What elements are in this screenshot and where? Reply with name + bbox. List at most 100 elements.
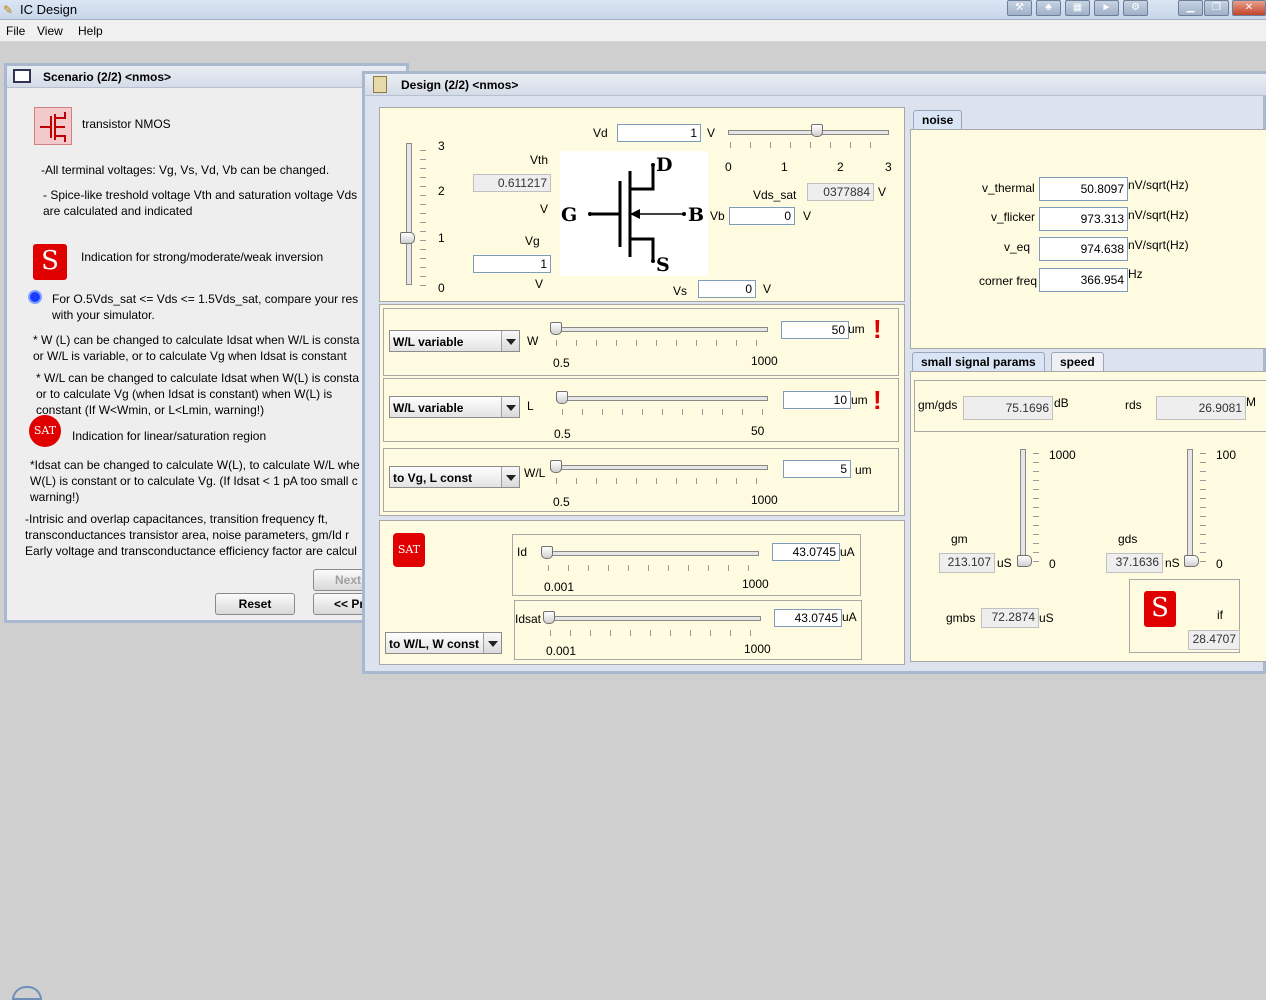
vd-slider[interactable] <box>728 130 889 135</box>
scenario-line: warning!) <box>30 490 80 504</box>
l-min-label: 0.5 <box>554 427 571 441</box>
settings-icon[interactable]: ⚙ <box>1123 0 1148 16</box>
id-field[interactable]: 43.0745 <box>772 543 840 561</box>
l-slider-thumb[interactable] <box>556 391 568 404</box>
minimize-button[interactable]: ▁ <box>1178 0 1203 16</box>
l-slider[interactable] <box>556 396 768 401</box>
gm-gds-row: gm/gds 75.1696 dB rds 26.9081 M <box>914 380 1266 432</box>
scenario-line: or W/L is variable, or to calculate Vg w… <box>33 349 347 363</box>
w-slider-thumb[interactable] <box>550 322 562 335</box>
id-slider-thumb[interactable] <box>541 546 553 559</box>
gm-gds-label: gm/gds <box>918 398 958 412</box>
grid-icon[interactable]: ▦ <box>1065 0 1090 16</box>
idsat-max-label: 1000 <box>744 642 771 656</box>
vd-slider-thumb[interactable] <box>810 124 823 137</box>
close-button[interactable]: ✕ <box>1232 0 1266 16</box>
menu-help[interactable]: Help <box>78 24 103 38</box>
l-max-label: 50 <box>751 424 765 438</box>
vg-unit: V <box>535 277 544 291</box>
taskbar-edge-icon <box>12 986 42 1000</box>
gm-max-label: 1000 <box>1049 448 1076 462</box>
idsat-row: Idsat 0.001 1000 43.0745 uA <box>514 600 862 660</box>
reset-button[interactable]: Reset <box>215 593 295 615</box>
l-mode-select[interactable]: W/L variable <box>389 396 520 418</box>
vg-field[interactable]: 1 <box>473 255 551 273</box>
tab-noise[interactable]: noise <box>913 110 963 130</box>
vg-tick-label: 0 <box>438 281 445 295</box>
transistor-label: transistor NMOS <box>82 117 171 131</box>
rds-label: rds <box>1125 398 1142 412</box>
warning-icon: ! <box>873 385 882 415</box>
scenario-line: with your simulator. <box>52 308 155 322</box>
noise-value[interactable]: 366.954 <box>1039 268 1128 292</box>
vds-sat-label: Vds_sat <box>753 188 797 202</box>
vg-slider-thumb[interactable] <box>400 232 415 245</box>
wl-mode-select[interactable]: to Vg, L const <box>389 466 520 488</box>
gate-label: G <box>561 204 578 226</box>
id-slider-ticks <box>548 565 758 571</box>
l-field[interactable]: 10 <box>783 391 851 409</box>
w-mode-select[interactable]: W/L variable <box>389 330 520 352</box>
vs-unit: V <box>763 282 772 296</box>
idsat-slider-ticks <box>550 630 760 636</box>
vd-tick-label: 0 <box>725 160 732 174</box>
ac-icon[interactable]: ♣ <box>1036 0 1061 16</box>
gds-slider-thumb[interactable] <box>1184 555 1199 567</box>
tool-icon[interactable]: ⚒ <box>1007 0 1032 16</box>
noise-value[interactable]: 50.8097 <box>1039 177 1128 201</box>
noise-label: corner freq <box>979 274 1038 288</box>
design-header[interactable]: Design (2/2) <nmos> <box>365 74 1266 96</box>
gm-label: gm <box>951 532 968 546</box>
vg-tick-label: 3 <box>438 139 445 153</box>
vd-tick-label: 2 <box>837 160 844 174</box>
scenario-title: Scenario (2/2) <nmos> <box>43 70 172 84</box>
sat-icon: SAT <box>29 415 61 447</box>
id-slider[interactable] <box>543 551 759 556</box>
vb-field[interactable]: 0 <box>729 207 795 225</box>
gds-unit: nS <box>1165 556 1180 570</box>
w-slider[interactable] <box>550 327 768 332</box>
vd-field[interactable]: 1 <box>617 124 701 142</box>
vs-field[interactable]: 0 <box>698 280 756 298</box>
play-icon[interactable]: ► <box>1094 0 1119 16</box>
gds-slider[interactable] <box>1187 449 1193 563</box>
w-row: W/L variable W 0.5 1000 50 um ! <box>383 308 899 376</box>
l-row: W/L variable L 0.5 50 10 um ! <box>383 378 899 442</box>
noise-value[interactable]: 973.313 <box>1039 207 1128 231</box>
scenario-line: * W/L can be changed to calculate Idsat … <box>36 371 360 385</box>
idsat-slider-thumb[interactable] <box>543 611 555 624</box>
tab-speed[interactable]: speed <box>1051 352 1104 372</box>
bottom-mode-select[interactable]: to W/L, W const <box>385 632 502 654</box>
gds-label: gds <box>1118 532 1138 546</box>
vs-label: Vs <box>673 284 688 298</box>
vg-slider[interactable] <box>406 143 412 285</box>
id-label: Id <box>517 545 528 559</box>
maximize-button[interactable]: ❐ <box>1204 0 1229 16</box>
gm-field: 213.107 <box>939 553 995 573</box>
gm-slider-thumb[interactable] <box>1017 555 1032 567</box>
idsat-field[interactable]: 43.0745 <box>774 609 842 627</box>
gm-slider[interactable] <box>1020 449 1026 563</box>
idsat-slider[interactable] <box>545 616 761 621</box>
noise-value[interactable]: 974.638 <box>1039 237 1128 261</box>
tab-small-signal-params[interactable]: small signal params <box>912 352 1045 372</box>
vds-sat-unit: V <box>878 185 887 199</box>
noise-panel: v_thermal 50.8097 nV/sqrt(Hz) v_flicker … <box>910 129 1266 349</box>
wl-slider-ticks <box>556 478 768 484</box>
scenario-line: *Idsat can be changed to calculate W(L),… <box>30 458 360 472</box>
wl-field[interactable]: 5 <box>783 460 851 478</box>
menu-view[interactable]: View <box>37 24 63 38</box>
design-window: Design (2/2) <nmos> 3 2 1 0 Vth 0.611217… <box>362 71 1266 674</box>
menu-file[interactable]: File <box>6 24 25 38</box>
scenario-header[interactable]: Scenario (2/2) <nmos> <box>7 66 406 88</box>
chevron-down-icon <box>501 397 519 417</box>
vth-label: Vth <box>530 153 549 167</box>
if-box: S if 28.4707 <box>1129 579 1240 653</box>
wl-slider-thumb[interactable] <box>550 460 562 473</box>
vg-label: Vg <box>525 234 540 248</box>
noise-unit: Hz <box>1128 267 1143 281</box>
wl-slider[interactable] <box>550 465 768 470</box>
idsat-unit: uA <box>842 610 857 624</box>
w-field[interactable]: 50 <box>781 321 849 339</box>
w-slider-ticks <box>556 340 768 346</box>
